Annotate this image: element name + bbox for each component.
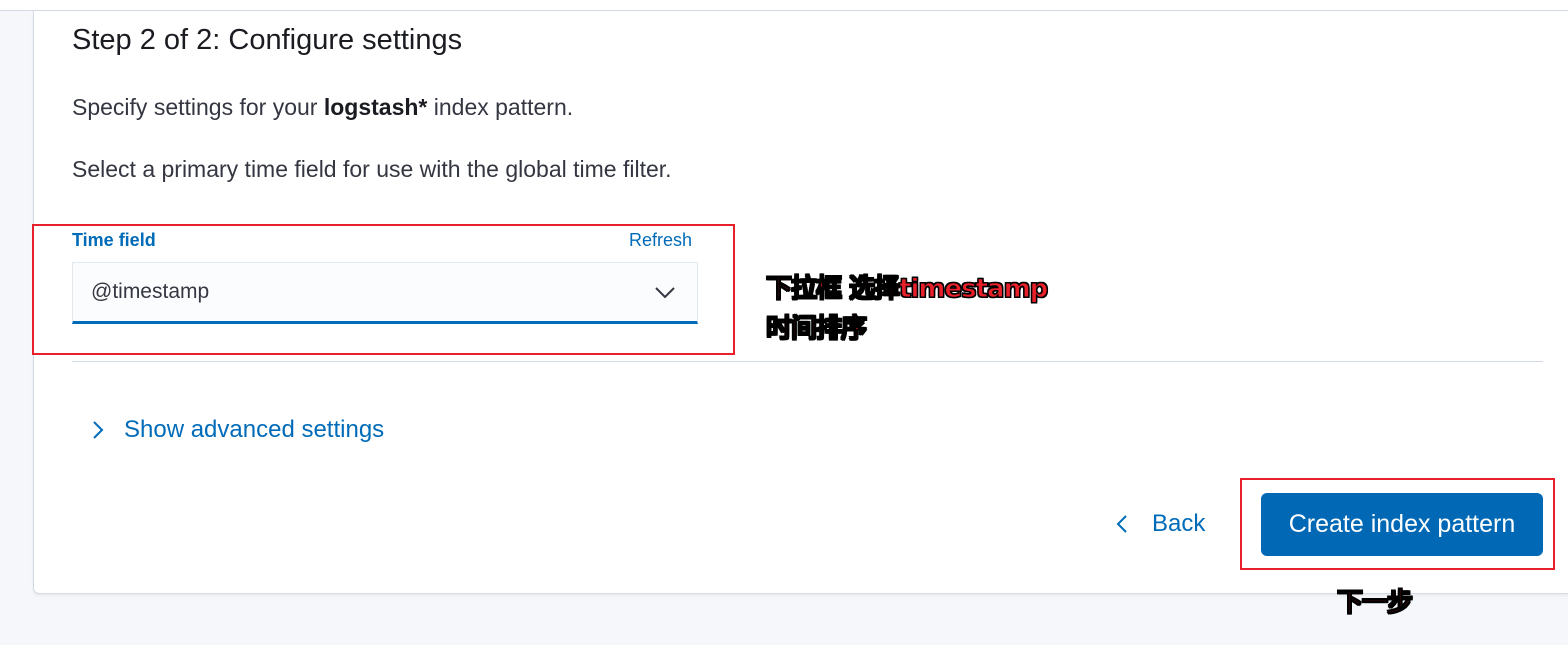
show-advanced-settings-label: Show advanced settings (124, 416, 385, 443)
annotation-highlight-time-field (32, 224, 735, 355)
chevron-right-icon (93, 421, 104, 439)
annotation-dropdown-note-line2: 时间排序 (765, 314, 867, 345)
annotation-next-step-note: 下一步 (1336, 588, 1413, 619)
index-pattern-description: Specify settings for your logstash* inde… (72, 92, 573, 122)
back-button-label: Back (1152, 510, 1206, 537)
show-advanced-settings-toggle[interactable]: Show advanced settings (88, 412, 384, 448)
index-pattern-name: logstash* (323, 94, 428, 120)
annotation-dropdown-note-line1: 下拉框 选择timestamp (765, 274, 1048, 305)
description-prefix: Specify settings for your (72, 94, 324, 120)
page-title: Step 2 of 2: Configure settings (72, 24, 463, 56)
section-divider (72, 361, 1543, 362)
chevron-left-icon (1116, 515, 1127, 533)
time-filter-hint: Select a primary time field for use with… (72, 156, 672, 182)
description-suffix: index pattern. (427, 94, 574, 120)
top-bar (0, 0, 1568, 11)
annotation-highlight-create-button (1240, 478, 1555, 570)
back-button[interactable]: Back (1112, 504, 1205, 544)
